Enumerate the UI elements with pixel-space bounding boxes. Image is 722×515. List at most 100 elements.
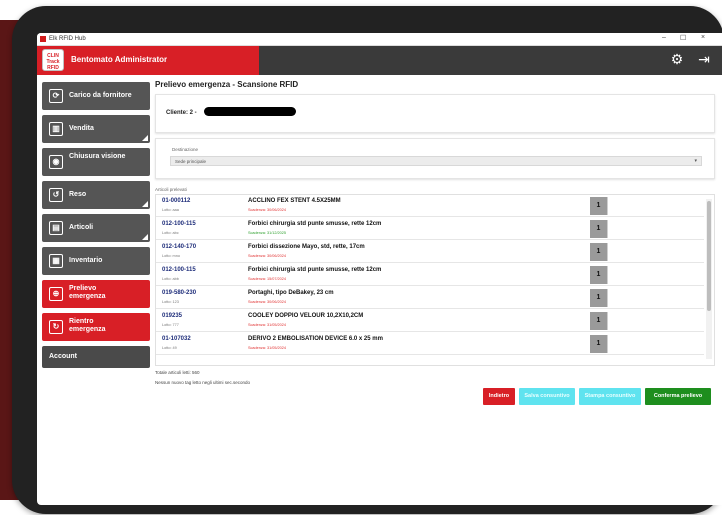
list-item[interactable]: 019-580-230 Lotto: 123 Portaghi, tipo De… xyxy=(156,287,704,309)
close-button[interactable]: × xyxy=(701,34,705,41)
minimize-button[interactable]: – xyxy=(662,34,666,41)
sidebar-item-label: Vendita xyxy=(69,125,94,132)
client-card: Cliente: 2 - xyxy=(155,94,715,133)
sidebar-item-label: Chiusura visione xyxy=(69,153,126,160)
divider xyxy=(607,335,608,353)
divider xyxy=(607,312,608,330)
item-lotto: Lotto: 123 xyxy=(162,300,179,304)
plus-box-icon: ⊕ xyxy=(49,287,63,301)
refresh-icon: ⟳ xyxy=(49,89,63,103)
list-item[interactable]: 012-100-115 Lotto: abb Forbici chirurgia… xyxy=(156,264,704,286)
list-item[interactable]: 012-140-170 Lotto: mno Forbici dissezion… xyxy=(156,241,704,263)
sidebar-item-rientro-emergenza[interactable]: ↻ Rientro emergenza xyxy=(42,313,150,341)
sidebar-item-vendita[interactable]: ▥ Vendita xyxy=(42,115,150,143)
sidebar-item-reso[interactable]: ↺ Reso xyxy=(42,181,150,209)
item-code: 012-100-115 xyxy=(162,221,196,227)
destination-select[interactable]: Sede principale ▾ xyxy=(170,156,702,166)
divider xyxy=(607,243,608,261)
sidebar-item-account[interactable]: Account xyxy=(42,346,150,368)
item-description: Forbici dissezione Mayo, std, rette, 17c… xyxy=(248,244,365,250)
item-code: 01-107032 xyxy=(162,336,191,342)
item-code: 019235 xyxy=(162,313,183,319)
list-item[interactable]: 012-100-115 Lotto: abc Forbici chirurgia… xyxy=(156,218,704,240)
logout-icon[interactable]: ⇥ xyxy=(696,51,712,67)
sidebar-item-carico[interactable]: ⟳ Carico da fornitore xyxy=(42,82,150,110)
item-lotto: Lotto: abb xyxy=(162,277,179,281)
sidebar-item-label: Account xyxy=(49,353,77,360)
app-window: Elk RFID Hub – ☐ × CLIN Track RFID Bento… xyxy=(37,33,722,505)
sidebar-item-prelievo-emergenza[interactable]: ⊕ Prelievo emergenza xyxy=(42,280,150,308)
document-icon: ▤ xyxy=(49,221,63,235)
corner-marker xyxy=(142,201,148,207)
client-label: Cliente: 2 - xyxy=(166,110,197,116)
item-description: Portaghi, tipo DeBakey, 23 cm xyxy=(248,290,334,296)
item-lotto: Lotto: mno xyxy=(162,254,180,258)
sidebar-item-inventario[interactable]: ▦ Inventario xyxy=(42,247,150,275)
sidebar-item-chiusura-visione[interactable]: ◉ Chiusura visione xyxy=(42,148,150,176)
page-title: Prelievo emergenza - Scansione RFID xyxy=(155,80,299,89)
window-titlebar: Elk RFID Hub – ☐ × xyxy=(37,33,722,46)
item-lotto: Lotto: 49 xyxy=(162,346,177,350)
brand-title: Bentomato Administrator xyxy=(71,55,168,64)
confirm-withdrawal-button[interactable]: Conferma prelievo xyxy=(645,388,711,405)
item-description: DERIVO 2 EMBOLISATION DEVICE 6.0 x 25 mm xyxy=(248,336,383,342)
list-item[interactable]: 019235 Lotto: 777 COOLEY DOPPIO VELOUR 1… xyxy=(156,310,704,332)
item-quantity: 1 xyxy=(590,243,607,261)
maximize-button[interactable]: ☐ xyxy=(680,34,686,42)
chevron-down-icon: ▾ xyxy=(694,158,697,164)
item-quantity: 1 xyxy=(590,312,607,330)
sidebar-item-label: Carico da fornitore xyxy=(69,92,132,99)
item-code: 012-100-115 xyxy=(162,267,196,273)
divider xyxy=(607,197,608,215)
redacted-client-name xyxy=(204,107,296,116)
item-description: Forbici chirurgia std punte smusse, rett… xyxy=(248,221,382,227)
return-icon: ↺ xyxy=(49,188,63,202)
item-expiry: Scadenza: 30/06/2024 xyxy=(248,208,287,212)
item-quantity: 1 xyxy=(590,335,607,353)
logo-text: RFID xyxy=(47,65,59,71)
item-quantity: 1 xyxy=(590,220,607,238)
eye-off-icon: ◉ xyxy=(49,155,63,169)
item-quantity: 1 xyxy=(590,197,607,215)
divider xyxy=(607,220,608,238)
item-code: 012-140-170 xyxy=(162,244,197,250)
sidebar: ⟳ Carico da fornitore ▥ Vendita ◉ Chiusu… xyxy=(42,82,150,373)
save-summary-button[interactable]: Salva consuntivo xyxy=(519,388,575,405)
item-lotto: Lotto: abc xyxy=(162,231,179,235)
back-button[interactable]: Indietro xyxy=(483,388,515,405)
item-lotto: Lotto: 777 xyxy=(162,323,179,327)
scan-notice: Nessun nuovo tag letto negli ultimi sec.… xyxy=(155,380,251,385)
list-item[interactable]: 01-107032 Lotto: 49 DERIVO 2 EMBOLISATIO… xyxy=(156,333,704,355)
item-quantity: 1 xyxy=(590,266,607,284)
item-expiry: Scadenza: 31/12/2025 xyxy=(248,231,287,235)
list-heading: Articoli prelevati xyxy=(155,187,187,192)
scrollbar-thumb[interactable] xyxy=(707,201,711,311)
gear-icon[interactable]: ⚙ xyxy=(669,51,685,67)
brand-bar: CLIN Track RFID Bentomato Administrator xyxy=(37,46,259,75)
list-item[interactable]: 01-000112 Lotto: aaa ACCLINO FEX STENT 4… xyxy=(156,195,704,217)
sidebar-item-articoli[interactable]: ▤ Articoli xyxy=(42,214,150,242)
item-description: ACCLINO FEX STENT 4.5X25MM xyxy=(248,198,341,204)
divider xyxy=(607,266,608,284)
sidebar-item-label: Articoli xyxy=(69,224,94,231)
sidebar-item-label: Rientro emergenza xyxy=(69,318,106,333)
totals-text: Totale articoli letti: 560 xyxy=(155,370,200,375)
items-list: 01-000112 Lotto: aaa ACCLINO FEX STENT 4… xyxy=(155,194,715,366)
rotate-icon: ↻ xyxy=(49,320,63,334)
sidebar-item-label: Prelievo emergenza xyxy=(69,285,106,300)
sidebar-item-label: Inventario xyxy=(69,257,103,264)
item-expiry: Scadenza: 31/05/2024 xyxy=(248,323,287,327)
list-scrollbar[interactable] xyxy=(706,199,712,359)
chart-icon: ▥ xyxy=(49,122,63,136)
item-lotto: Lotto: aaa xyxy=(162,208,179,212)
destination-card: Destinazione Sede principale ▾ xyxy=(155,138,715,179)
item-quantity: 1 xyxy=(590,289,607,307)
corner-marker xyxy=(142,135,148,141)
app-icon xyxy=(40,36,46,42)
item-expiry: Scadenza: 31/05/2024 xyxy=(248,346,287,350)
item-code: 019-580-230 xyxy=(162,290,197,296)
logo: CLIN Track RFID xyxy=(42,49,64,71)
print-summary-button[interactable]: Stampa consuntivo xyxy=(579,388,641,405)
destination-value: Sede principale xyxy=(175,159,207,164)
item-description: Forbici chirurgia std punte smusse, rett… xyxy=(248,267,382,273)
